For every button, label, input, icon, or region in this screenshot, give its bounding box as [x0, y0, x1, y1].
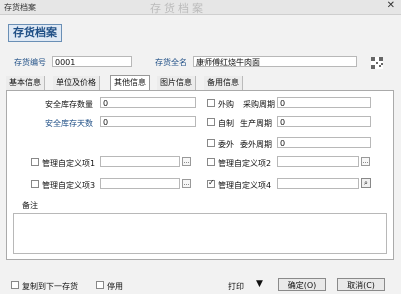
tab-spare-info[interactable]: 备用信息: [204, 76, 243, 90]
outsourced-period-field[interactable]: 0: [277, 137, 371, 148]
close-icon[interactable]: ✕: [387, 0, 395, 11]
production-period-label: 生产周期: [240, 119, 272, 128]
safety-days-label: 安全库存天数: [45, 119, 93, 128]
custom1-field[interactable]: [100, 156, 180, 167]
print-label[interactable]: 打印: [228, 281, 244, 292]
purchase-period-label: 采购周期: [243, 100, 275, 109]
custom4-label: 管理自定义项4: [218, 181, 272, 190]
disabled-label: 停用: [107, 282, 123, 291]
custom1-label: 管理自定义项1: [42, 159, 96, 168]
self-made-checkbox[interactable]: [207, 118, 215, 126]
safety-days-field[interactable]: 0: [100, 116, 196, 127]
custom2-label: 管理自定义项2: [218, 159, 272, 168]
window-title-large: 存货档案: [150, 2, 206, 15]
custom3-field[interactable]: [100, 178, 180, 189]
custom2-checkbox[interactable]: [207, 158, 215, 166]
outsourced-period-label: 委外周期: [240, 140, 272, 149]
custom4-field[interactable]: [277, 178, 359, 189]
safety-stock-label: 安全库存数量: [45, 100, 93, 109]
custom1-checkbox[interactable]: [31, 158, 39, 166]
remark-label: 备注: [22, 201, 38, 210]
custom2-more-button[interactable]: …: [361, 157, 370, 166]
production-period-field[interactable]: 0: [277, 116, 371, 127]
custom3-label: 管理自定义项3: [42, 181, 96, 190]
tab-unit-price[interactable]: 单位及价格: [53, 76, 100, 90]
custom4-checkbox[interactable]: [207, 178, 215, 188]
self-made-label: 自制: [218, 119, 234, 128]
outsource-buy-checkbox[interactable]: [207, 99, 215, 107]
purchase-period-field[interactable]: 0: [277, 97, 371, 108]
qr-code-icon[interactable]: [371, 57, 383, 69]
copy-next-checkbox[interactable]: [11, 281, 19, 289]
page-title: 存货档案: [8, 24, 62, 42]
code-label: 存货编号: [14, 58, 46, 67]
safety-stock-field[interactable]: 0: [100, 97, 196, 108]
print-dropdown-icon[interactable]: ▼: [256, 279, 263, 289]
name-label: 存货全名: [155, 58, 187, 67]
ok-button[interactable]: 确定(O): [278, 278, 326, 291]
outsourced-checkbox[interactable]: [207, 139, 215, 147]
cancel-button[interactable]: 取消(C): [337, 278, 385, 291]
copy-next-label: 复制到下一存货: [22, 282, 78, 291]
tab-image-info[interactable]: 图片信息: [157, 76, 196, 90]
custom3-more-button[interactable]: …: [182, 179, 191, 188]
custom2-field[interactable]: [277, 156, 359, 167]
custom3-checkbox[interactable]: [31, 180, 39, 188]
disabled-checkbox[interactable]: [96, 281, 104, 289]
tab-other-info[interactable]: 其他信息: [110, 75, 150, 91]
outsource-buy-label: 外购: [218, 100, 234, 109]
code-field[interactable]: 0001: [52, 56, 132, 67]
remark-textarea[interactable]: [13, 213, 387, 254]
outsourced-label: 委外: [218, 140, 234, 149]
title-bar: 存货档案 存货档案 ✕: [0, 0, 401, 15]
window-title: 存货档案: [4, 3, 36, 12]
tab-basic-info[interactable]: 基本信息: [6, 76, 45, 90]
custom4-search-icon[interactable]: ⌕: [361, 178, 371, 188]
name-field[interactable]: 康师傅红烧牛肉面: [193, 56, 357, 67]
custom1-more-button[interactable]: …: [182, 157, 191, 166]
